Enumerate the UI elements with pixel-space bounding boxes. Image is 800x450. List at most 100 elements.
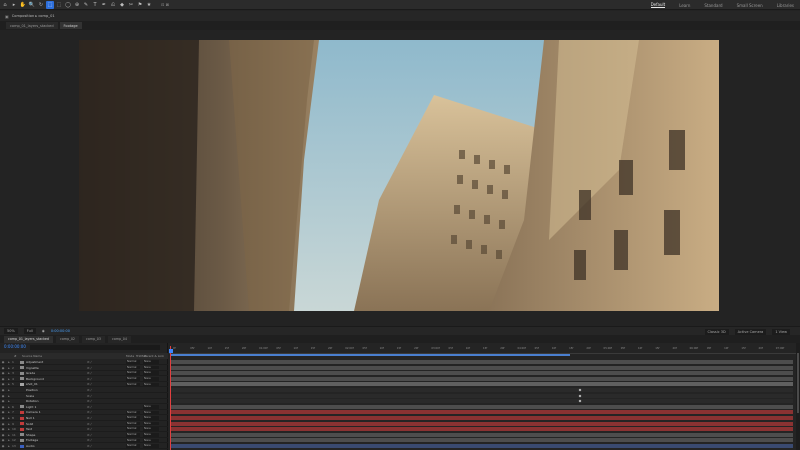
tool-button[interactable]: 🔍	[28, 1, 36, 9]
layer-row[interactable]: ◉ ▸ 5 shot_01 ⊘ ∕ Normal None	[0, 382, 168, 388]
views-dropdown[interactable]: 1 View	[772, 328, 790, 335]
layer-name[interactable]: shot_01	[26, 382, 66, 386]
layer-color-label[interactable]	[20, 389, 24, 392]
switches-icon[interactable]: ⊘ ∕	[87, 433, 91, 437]
zoom-dropdown[interactable]: 50%	[4, 328, 18, 334]
layer-duration-bar[interactable]	[171, 360, 793, 364]
switches-icon[interactable]: ⊘ ∕	[87, 438, 91, 442]
layer-row[interactable]: ◉ ▸ 12 Footage ⊘ ∕ Normal None	[0, 438, 168, 444]
parent-dropdown[interactable]: None	[143, 360, 159, 364]
layer-color-label[interactable]	[20, 360, 24, 364]
blend-mode-dropdown[interactable]: Normal	[126, 416, 140, 420]
parent-dropdown[interactable]: None	[143, 405, 159, 409]
tool-button[interactable]: ✋	[19, 1, 27, 9]
blend-mode-dropdown[interactable]: Normal	[126, 410, 140, 415]
parent-dropdown[interactable]: None	[143, 382, 159, 387]
switches-icon[interactable]: ⊘ ∕	[87, 427, 91, 431]
layer-row[interactable]: ◉ ▸ 6 Light 1 ⊘ ∕ None	[0, 405, 168, 410]
switches-icon[interactable]: ⊘ ∕	[87, 388, 91, 392]
tool-button[interactable]: ⬚	[46, 0, 54, 9]
switches-icon[interactable]: ⊘ ∕	[87, 371, 91, 375]
camera-dropdown[interactable]: Active Camera	[734, 328, 767, 335]
layer-color-label[interactable]	[20, 416, 24, 420]
tool-button[interactable]: ✒	[100, 1, 108, 9]
timeline-scrollbar[interactable]	[796, 343, 800, 450]
resolution-dropdown[interactable]: Full	[23, 328, 36, 334]
layer-color-label[interactable]	[20, 410, 24, 414]
layer-duration-bar[interactable]	[171, 365, 793, 370]
blend-mode-dropdown[interactable]: Normal	[126, 438, 140, 443]
comp-frame-preview[interactable]	[79, 40, 719, 311]
workspace-tab[interactable]: Small Screen	[737, 3, 763, 8]
layer-duration-bar[interactable]	[171, 444, 793, 448]
layer-name[interactable]: Rotation	[26, 399, 66, 403]
layer-name[interactable]: Text	[26, 427, 66, 431]
layer-name[interactable]: Camera 1	[26, 410, 66, 414]
switches-icon[interactable]: ⊘ ∕	[87, 444, 91, 448]
blend-mode-dropdown[interactable]: Normal	[126, 433, 140, 437]
layer-name[interactable]: Scale	[26, 394, 66, 398]
layer-color-label[interactable]	[20, 433, 24, 437]
tool-button[interactable]: ★	[145, 1, 153, 9]
layer-duration-bar[interactable]	[171, 416, 793, 420]
time-ruler[interactable]: 0f 05f 10f 15f 20f 01:00f 05f 10f 15f 20f 02:00f 05…	[169, 346, 800, 354]
layer-search-input[interactable]	[30, 345, 160, 350]
layer-name[interactable]: Grade	[26, 371, 66, 375]
tool-button[interactable]: ⎌	[109, 1, 117, 9]
timeline-tab[interactable]: comp_02	[56, 335, 80, 343]
blend-mode-dropdown[interactable]: Normal	[126, 360, 140, 364]
switches-icon[interactable]: ⊘ ∕	[87, 405, 91, 409]
layer-row[interactable]: ◉ ▸ 8 Null 1 ⊘ ∕ Normal None	[0, 416, 168, 421]
layer-color-label[interactable]	[20, 377, 24, 381]
blend-mode-dropdown[interactable]: Normal	[126, 377, 140, 381]
layer-name[interactable]: Shape	[26, 433, 66, 437]
switches-icon[interactable]: ⊘ ∕	[87, 382, 91, 386]
switches-icon[interactable]: ⊘ ∕	[87, 366, 91, 370]
layer-name[interactable]: Audio	[26, 444, 66, 448]
layer-color-label[interactable]	[20, 394, 24, 397]
scrollbar-thumb[interactable]	[797, 353, 799, 413]
switches-icon[interactable]: ⊘ ∕	[87, 394, 91, 398]
blend-mode-dropdown[interactable]: Normal	[126, 371, 140, 375]
snapping-toggle[interactable]: ⊡ ⊠	[161, 2, 169, 7]
renderer-dropdown[interactable]: Classic 3D	[704, 328, 729, 335]
layer-duration-bar[interactable]	[171, 427, 793, 432]
tool-button[interactable]: ◯	[64, 1, 72, 9]
current-time-display[interactable]: 0:00:00:00	[4, 344, 26, 349]
layer-color-label[interactable]	[20, 422, 24, 426]
layer-color-label[interactable]	[20, 371, 24, 375]
composition-tab[interactable]: Footage	[59, 22, 82, 29]
parent-dropdown[interactable]: None	[143, 365, 159, 370]
layer-duration-bar[interactable]	[171, 399, 793, 404]
layer-row[interactable]: ◉ ▸ 4 Background ⊘ ∕ Normal None	[0, 377, 168, 382]
layer-color-label[interactable]	[20, 427, 24, 431]
layer-row[interactable]: ◉ ▸ 11 Shape ⊘ ∕ Normal None	[0, 433, 168, 438]
parent-dropdown[interactable]: None	[143, 416, 159, 420]
blend-mode-dropdown[interactable]: Normal	[126, 365, 140, 370]
layer-row[interactable]: ◉ ▸ 2 Vignette ⊘ ∕ Normal None	[0, 366, 168, 371]
parent-dropdown[interactable]: None	[143, 444, 159, 448]
layer-duration-bar[interactable]	[171, 393, 793, 398]
playhead-handle[interactable]	[169, 349, 173, 353]
parent-dropdown[interactable]: None	[143, 438, 159, 443]
layer-name[interactable]: Adjustment	[26, 360, 66, 364]
switches-icon[interactable]: ⊘ ∕	[87, 410, 91, 414]
layer-name[interactable]: Background	[26, 377, 66, 381]
timeline-tab[interactable]: comp_01_layers_stacked	[4, 335, 54, 343]
parent-dropdown[interactable]: None	[143, 371, 159, 375]
parent-dropdown[interactable]: None	[143, 421, 159, 426]
workspace-tab[interactable]: Libraries	[777, 3, 794, 8]
switches-icon[interactable]: ⊘ ∕	[87, 377, 91, 381]
tool-button[interactable]: ▸	[10, 1, 18, 9]
viewer-timecode[interactable]: 0:00:00:00	[51, 329, 70, 333]
layer-row[interactable]: ◉ ▸ Rotation ⊘ ∕	[0, 399, 168, 405]
composition-tab[interactable]: comp_01_layers_stacked	[6, 22, 58, 29]
blend-mode-dropdown[interactable]: Normal	[126, 427, 140, 431]
layer-row[interactable]: ◉ ▸ 1 Adjustment ⊘ ∕ Normal None	[0, 360, 168, 365]
expand-chevron-icon[interactable]: ▸	[6, 394, 12, 398]
switches-icon[interactable]: ⊘ ∕	[87, 416, 91, 420]
layer-color-label[interactable]	[20, 366, 24, 370]
layer-duration-bar[interactable]	[171, 438, 793, 443]
camera-snapshot-icon[interactable]: ◉	[42, 329, 45, 333]
layer-color-label[interactable]	[20, 400, 24, 403]
